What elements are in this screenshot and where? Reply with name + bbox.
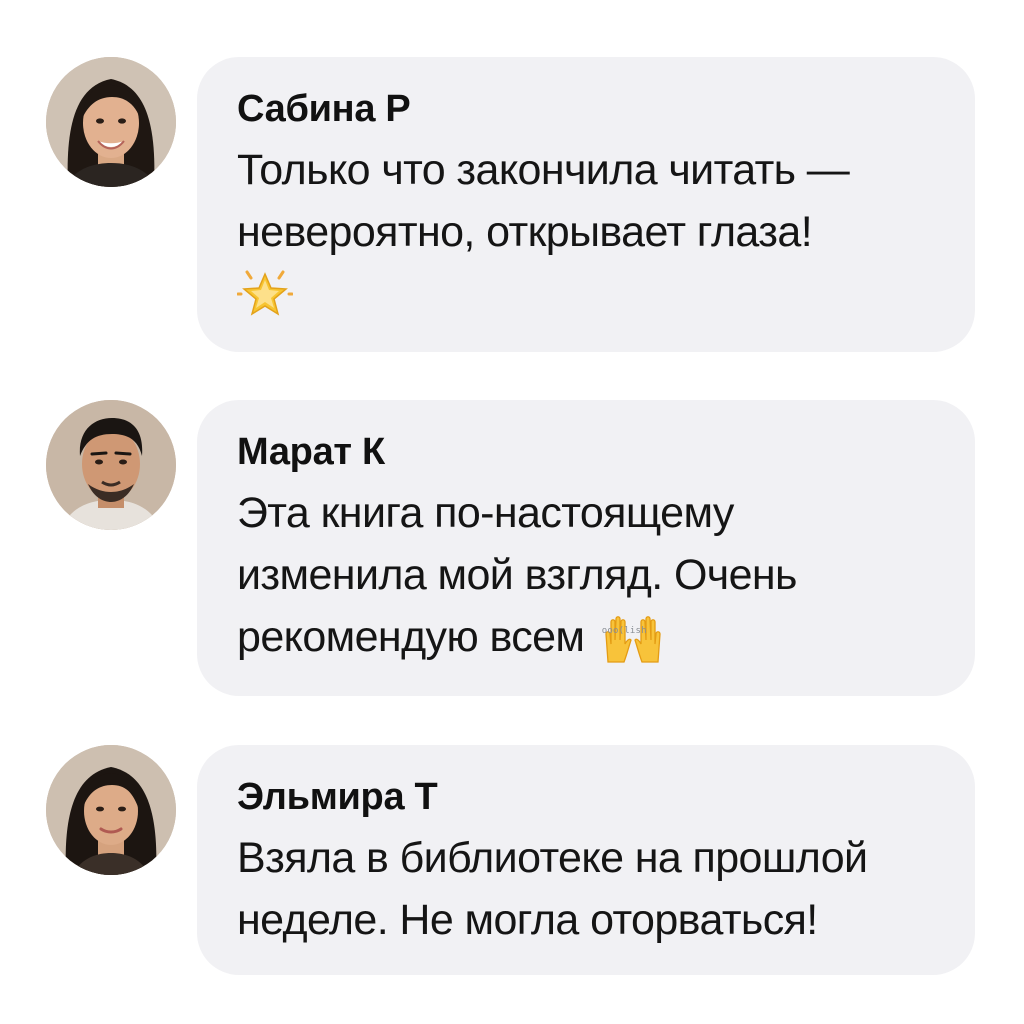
comment-text-line: неделе. Не могла оторваться! [237, 896, 818, 944]
avatar[interactable] [46, 57, 176, 187]
star-icon [237, 268, 293, 320]
avatar-photo-man [46, 400, 176, 530]
comment-text-line: рекомендую всем ooo(lish [237, 606, 945, 668]
avatar-photo-woman [46, 745, 176, 875]
raised-hands-icon: ooo(lish [600, 614, 666, 666]
comment-bubble: Эльмира Т Взяла в библиотеке на прошлой … [197, 745, 975, 975]
comment-text-line: Только что закончила читать — [237, 146, 850, 194]
comment-thread: Сабина Р Только что закончила читать — н… [0, 0, 1024, 1024]
comment-text-line: невероятно, открывает глаза! [237, 208, 813, 256]
comment-bubble: Марат К Эта книга по-настоящему изменила… [197, 400, 975, 696]
comment-text-line: Взяла в библиотеке на прошлой [237, 834, 868, 882]
comment-text: Только что закончила читать — невероятно… [237, 139, 945, 325]
comment-text-line: Эта книга по-настоящему [237, 489, 734, 537]
comment-author[interactable]: Сабина Р [237, 87, 945, 131]
comment-text-fragment: рекомендую всем [237, 613, 585, 661]
avatar-photo-woman [46, 57, 176, 187]
comment-author[interactable]: Эльмира Т [237, 775, 945, 819]
comment-author[interactable]: Марат К [237, 430, 945, 474]
avatar[interactable] [46, 400, 176, 530]
emoji-caption: ooo(lish [601, 625, 647, 636]
avatar[interactable] [46, 745, 176, 875]
comment-text-line: изменила мой взгляд. Очень [237, 551, 797, 599]
comment-bubble: Сабина Р Только что закончила читать — н… [197, 57, 975, 352]
comment-text: Взяла в библиотеке на прошлой неделе. Не… [237, 827, 945, 951]
comment-text: Эта книга по-настоящему изменила мой взг… [237, 482, 945, 668]
